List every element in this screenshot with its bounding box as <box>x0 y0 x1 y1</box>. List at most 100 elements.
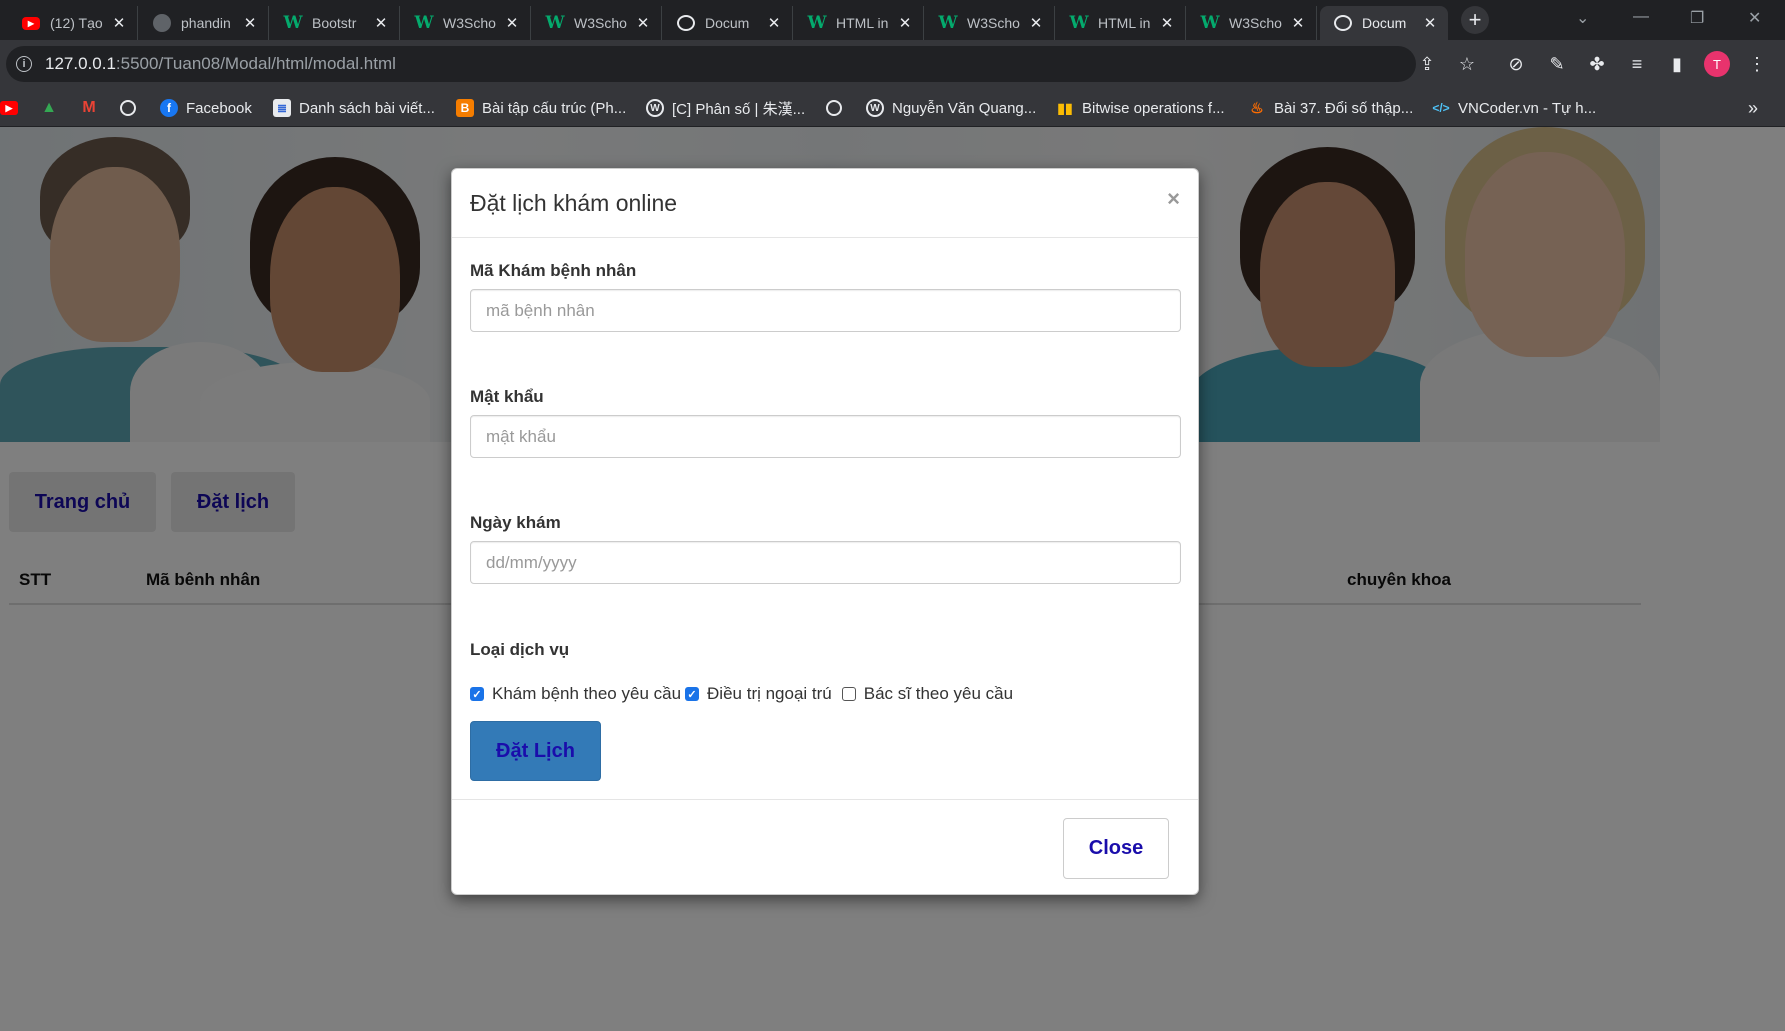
w3schools-icon: W <box>1069 13 1089 33</box>
github-icon <box>153 14 171 32</box>
w3schools-icon: W <box>545 13 565 33</box>
tab-title: HTML in <box>1098 15 1151 31</box>
bookmark-label: [C] Phân số | 朱漢... <box>672 100 806 118</box>
browser-toolbar: i 127.0.0.1:5500/Tuan08/Modal/html/modal… <box>0 40 1785 89</box>
minimize-icon[interactable]: — <box>1633 8 1649 26</box>
modal-header: Đặt lịch khám online × <box>452 169 1198 238</box>
page-viewport: Trang chủ Đặt lịch STT Mã bênh nhân chuy… <box>0 127 1785 1031</box>
close-icon[interactable]: ✕ <box>373 15 389 32</box>
close-icon[interactable]: ✕ <box>1290 15 1306 32</box>
close-icon[interactable]: ✕ <box>766 15 782 32</box>
extension-color-icon[interactable]: ✎ <box>1546 53 1568 75</box>
checkbox-label: Khám bệnh theo yêu cầu <box>492 684 682 703</box>
tab-title: W3Scho <box>443 15 496 31</box>
tab-search-icon[interactable]: ⌄ <box>1576 8 1589 28</box>
bookmark-item[interactable]: W [C] Phân số | 朱漢... <box>646 98 805 118</box>
close-icon[interactable]: ✕ <box>111 15 127 32</box>
bookmark-item[interactable] <box>826 98 850 118</box>
globe-icon <box>826 100 842 116</box>
window-close-icon[interactable]: ✕ <box>1748 8 1761 28</box>
browser-tab[interactable]: W W3Scho ✕ <box>401 6 531 40</box>
checkbox-on-demand-exam[interactable]: ✓ <box>470 687 484 701</box>
tab-title: W3Scho <box>574 15 627 31</box>
close-icon[interactable]: × <box>1167 186 1180 212</box>
close-icon[interactable]: ✕ <box>635 15 651 32</box>
bar-chart-icon: ▮▮ <box>1057 99 1073 116</box>
bookmark-item[interactable]: W Nguyễn Văn Quang... <box>866 98 1036 118</box>
bookmark-item[interactable]: ▲ <box>40 98 66 118</box>
browser-tab[interactable]: W W3Scho ✕ <box>1187 6 1317 40</box>
bookmark-item[interactable]: ▮▮ Bitwise operations f... <box>1056 98 1224 118</box>
bookmark-item[interactable]: ≣ Danh sách bài viết... <box>273 98 435 118</box>
bookmark-item[interactable]: ▶ <box>0 98 26 118</box>
close-icon[interactable]: ✕ <box>504 15 520 32</box>
blogger-icon: B <box>456 99 474 117</box>
close-button[interactable]: Close <box>1063 818 1169 879</box>
close-icon[interactable]: ✕ <box>1159 15 1175 32</box>
address-bar[interactable]: i 127.0.0.1:5500/Tuan08/Modal/html/modal… <box>6 46 1416 82</box>
checkbox-outpatient[interactable]: ✓ <box>685 687 700 701</box>
w3schools-icon: W <box>1200 13 1220 33</box>
star-icon[interactable]: ☆ <box>1456 53 1478 75</box>
tab-title: (12) Tạo <box>50 15 103 31</box>
bookmark-item[interactable]: f Facebook <box>160 98 252 118</box>
password-input[interactable] <box>470 415 1181 458</box>
date-input[interactable] <box>470 541 1181 584</box>
url-path: :5500/Tuan08/Modal/html/modal.html <box>115 54 396 73</box>
browser-tab[interactable]: W HTML in ✕ <box>1056 6 1186 40</box>
gmail-icon: M <box>82 99 96 116</box>
document-icon: ≣ <box>273 99 291 117</box>
info-icon[interactable]: i <box>16 56 32 72</box>
globe-icon <box>677 15 695 31</box>
profile-avatar[interactable]: T <box>1704 51 1730 77</box>
close-icon[interactable]: ✕ <box>1422 15 1438 32</box>
browser-tab[interactable]: W Bootstr ✕ <box>270 6 400 40</box>
browser-tab-strip: ▶ (12) Tạo ✕ phandin ✕ W Bootstr ✕ W W3S… <box>0 0 1785 40</box>
new-tab-button[interactable]: + <box>1461 6 1489 34</box>
bookmark-label: Bài tập cấu trúc (Ph... <box>482 99 627 117</box>
kebab-menu-icon[interactable]: ⋮ <box>1746 53 1768 75</box>
browser-tab[interactable]: W W3Scho ✕ <box>925 6 1055 40</box>
wordpress-icon: W <box>866 99 884 117</box>
puzzle-icon[interactable]: ✤ <box>1586 53 1608 75</box>
browser-tab-active[interactable]: Docum ✕ <box>1320 6 1448 40</box>
browser-tab[interactable]: ▶ (12) Tạo ✕ <box>8 6 138 40</box>
bookmark-item[interactable]: </> VNCoder.vn - Tự h... <box>1432 98 1596 118</box>
browser-tab[interactable]: phandin ✕ <box>139 6 269 40</box>
share-icon[interactable]: ⇪ <box>1416 53 1438 75</box>
patient-id-label: Mã Khám bệnh nhân <box>470 261 637 280</box>
bookmarks-overflow-button[interactable]: » <box>1748 98 1758 118</box>
bookmark-item[interactable]: M <box>80 98 106 118</box>
media-queue-icon[interactable]: ≡ <box>1626 53 1648 75</box>
submit-booking-button[interactable]: Đặt Lịch <box>470 721 601 781</box>
bookmark-item[interactable]: ♨ Bài 37. Đổi số thập... <box>1248 98 1413 118</box>
close-icon[interactable]: ✕ <box>897 15 913 32</box>
side-panel-icon[interactable]: ▮ <box>1666 53 1688 75</box>
close-icon[interactable]: ✕ <box>1028 15 1044 32</box>
tab-title: W3Scho <box>967 15 1020 31</box>
compass-icon[interactable]: ⊘ <box>1505 53 1527 75</box>
service-label: Loại dịch vụ <box>470 640 570 659</box>
bookmark-label: Nguyễn Văn Quang... <box>892 99 1037 117</box>
fire-icon: ♨ <box>1250 100 1264 117</box>
browser-tab[interactable]: W W3Scho ✕ <box>532 6 662 40</box>
bookmark-label: Facebook <box>186 99 252 117</box>
globe-icon <box>1334 15 1352 31</box>
tab-title: phandin <box>181 15 231 31</box>
bookmark-label: Danh sách bài viết... <box>299 99 435 117</box>
tab-title: Docum <box>705 15 750 31</box>
bookmark-item[interactable]: B Bài tập cấu trúc (Ph... <box>456 98 626 118</box>
youtube-icon: ▶ <box>0 101 18 115</box>
bookmark-label: Bài 37. Đổi số thập... <box>1274 99 1414 117</box>
browser-tab[interactable]: Docum ✕ <box>663 6 793 40</box>
checkbox-doctor-on-demand[interactable] <box>841 687 856 701</box>
close-icon[interactable]: ✕ <box>242 15 258 32</box>
password-label: Mật khẩu <box>470 387 544 406</box>
patient-id-input[interactable] <box>470 289 1181 332</box>
browser-tab[interactable]: W HTML in ✕ <box>794 6 924 40</box>
restore-icon[interactable]: ❐ <box>1690 8 1704 28</box>
tab-title: HTML in <box>836 15 889 31</box>
w3schools-icon: W <box>283 13 303 33</box>
checkbox-label: Bác sĩ theo yêu cầu <box>863 684 1014 703</box>
bookmark-item[interactable] <box>120 98 144 118</box>
